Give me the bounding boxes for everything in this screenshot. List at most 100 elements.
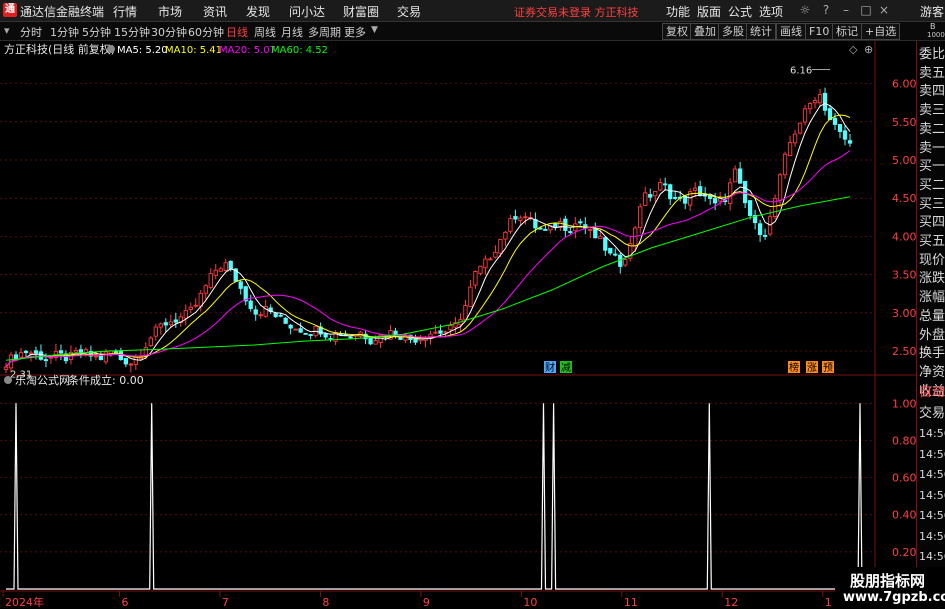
period-weekly[interactable]: 周线 xyxy=(254,24,276,40)
side-panel-bottom-item: 自动 xyxy=(919,385,945,400)
menu-hangqing[interactable]: 行情 xyxy=(113,3,137,20)
tool-diejia[interactable]: 叠加 xyxy=(690,23,720,40)
candle-body xyxy=(128,363,134,366)
candle-body xyxy=(103,351,109,363)
candle-body xyxy=(293,328,298,331)
ma20-line xyxy=(5,150,851,368)
indicator-tick-label: 0.80 xyxy=(892,434,916,447)
candle-body xyxy=(478,265,483,274)
chart-area[interactable]: 6.162.316.005.505.004.504.003.503.002.50… xyxy=(0,41,916,609)
period-5min[interactable]: 5分钟 xyxy=(82,24,111,40)
side-panel-bottom-item: 14:56 xyxy=(919,550,945,563)
maximize-icon[interactable]: □ xyxy=(858,2,874,18)
tool-fuquan[interactable]: 复权 xyxy=(662,23,692,40)
tool-huaxian[interactable]: 画线 xyxy=(776,23,806,40)
menu-zixun[interactable]: 资讯 xyxy=(203,3,227,20)
period-30min[interactable]: 30分钟 xyxy=(151,24,187,40)
login-alert[interactable]: 证券交易未登录 方正科技 xyxy=(514,4,639,20)
diamond-icon: ◇ xyxy=(849,43,858,56)
tool-f10[interactable]: F10 xyxy=(805,23,834,40)
period-fenshi[interactable]: 分时 xyxy=(20,24,42,40)
candle-body xyxy=(797,122,803,134)
price-tick-label: 3.00 xyxy=(892,307,916,320)
side-panel-item: 外盘 xyxy=(919,327,945,343)
candle-body xyxy=(373,340,378,345)
period-multi[interactable]: 多周期 xyxy=(308,24,341,40)
menu-caifuquan[interactable]: 财富圈 xyxy=(343,3,379,20)
skin-icon[interactable]: ☼ xyxy=(797,2,813,18)
side-panel-bottom-item: 14:56 xyxy=(919,427,945,440)
close-icon[interactable]: × xyxy=(876,2,892,18)
side-panel-item: 净资 xyxy=(919,364,945,380)
side-panel-bottom-item: 14:56 xyxy=(919,509,945,522)
menu-toggle-icon[interactable]: ▾ xyxy=(4,24,10,37)
candle-body xyxy=(757,223,763,236)
side-panel-item: 卖五 xyxy=(919,65,945,81)
price-tick-label: 2.50 xyxy=(892,345,916,358)
candle-body xyxy=(198,292,203,307)
period-1min[interactable]: 1分钟 xyxy=(50,24,79,40)
side-panel-item: 卖二 xyxy=(919,121,945,137)
help-icon[interactable]: ? xyxy=(818,2,834,18)
candle-body xyxy=(807,103,813,110)
candle-body xyxy=(148,337,153,346)
indicator-tick-label: 0.20 xyxy=(892,546,916,559)
menu-xuanxiang[interactable]: 选项 xyxy=(759,3,783,20)
candle-body xyxy=(787,142,793,157)
more-chevron-icon[interactable]: ▼ xyxy=(371,25,378,35)
menu-shichang[interactable]: 市场 xyxy=(158,3,182,20)
side-panel-item: 买五 xyxy=(919,234,945,249)
period-15min[interactable]: 15分钟 xyxy=(114,24,150,40)
date-tick-label: 2024年 xyxy=(5,595,44,609)
high-price-label: 6.16 xyxy=(790,65,812,76)
side-panel-item: 涨跌 xyxy=(919,271,945,287)
period-more[interactable]: 更多 xyxy=(344,24,366,40)
legend-toggle-icon xyxy=(107,45,115,53)
candle-body xyxy=(238,281,243,289)
minimize-icon[interactable]: – xyxy=(838,2,854,18)
tool-tongji[interactable]: 统计 xyxy=(746,23,776,40)
candle-body xyxy=(568,231,573,234)
side-panel-item: 换手 xyxy=(919,346,945,362)
candle-body xyxy=(258,314,263,317)
menu-faxian[interactable]: 发现 xyxy=(246,3,270,20)
sub-legend-toggle-icon xyxy=(4,376,12,384)
candle-body xyxy=(822,92,828,111)
menu-wenxiaoda[interactable]: 问小达 xyxy=(289,3,325,20)
user-label[interactable]: 游客 xyxy=(920,3,944,20)
candle-body xyxy=(817,93,823,104)
period-daily[interactable]: 日线 xyxy=(226,24,248,40)
event-tag-label: 预 xyxy=(823,362,833,374)
candle-body xyxy=(443,331,448,334)
condition-signal-line xyxy=(6,403,863,590)
menu-gongneng[interactable]: 功能 xyxy=(666,3,690,20)
candle-body xyxy=(588,228,593,232)
candle-body xyxy=(762,234,768,237)
tool-duogu[interactable]: 多股 xyxy=(718,23,748,40)
candle-body xyxy=(518,217,523,221)
price-tick-label: 4.00 xyxy=(892,230,916,243)
candle-body xyxy=(248,300,253,309)
candle-body xyxy=(578,221,583,224)
candle-body xyxy=(658,182,663,191)
candle-body xyxy=(348,336,353,339)
candle-body xyxy=(28,352,34,355)
tool-zixuan[interactable]: +自选 xyxy=(861,23,901,40)
period-60min[interactable]: 60分钟 xyxy=(188,24,224,40)
menu-banmian[interactable]: 版面 xyxy=(697,3,721,20)
legends: 方正科技(日线 前复权) MA5: 5.20MA10: 5.41MA20: 5.0… xyxy=(4,42,873,387)
candle-body xyxy=(273,313,278,318)
period-monthly[interactable]: 月线 xyxy=(281,24,303,40)
side-panel-bottom-item: 14:56 xyxy=(919,529,945,543)
candle-body xyxy=(168,321,173,326)
menu-gongshi[interactable]: 公式 xyxy=(728,3,752,20)
date-tick-label: 1 xyxy=(825,596,832,609)
side-panel-item: 买一 xyxy=(919,159,945,175)
candle-body xyxy=(603,237,608,251)
candle-body xyxy=(593,227,598,239)
menu-jiaoyi[interactable]: 交易 xyxy=(397,3,421,20)
date-tick-label: 11 xyxy=(624,596,638,609)
candle-body xyxy=(598,235,603,240)
tool-biaoji[interactable]: 标记 xyxy=(832,23,862,40)
indicator-tick-label: 0.60 xyxy=(892,472,916,485)
